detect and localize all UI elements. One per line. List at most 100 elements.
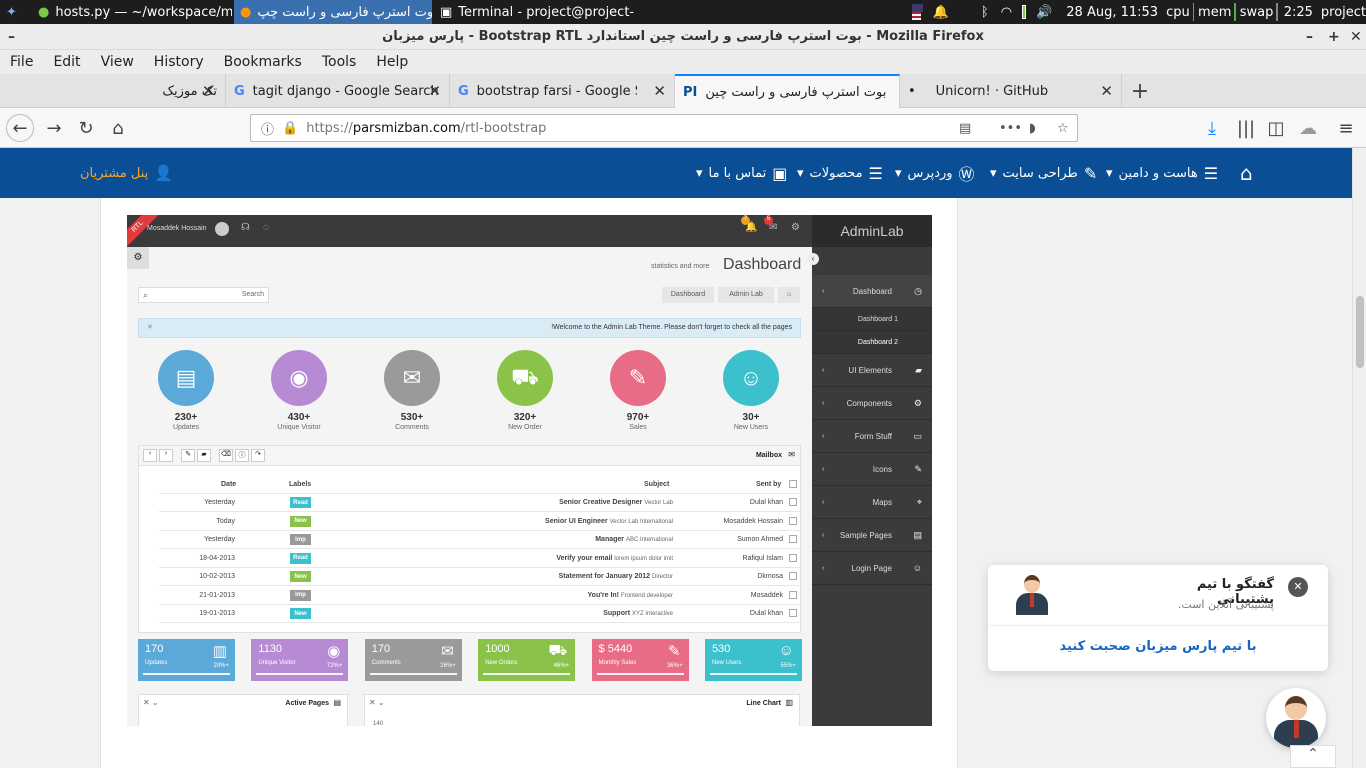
minimize-button[interactable]: – (1306, 24, 1313, 50)
close-tab-icon[interactable]: ✕ (1100, 82, 1113, 100)
menu-tools[interactable]: Tools (312, 54, 367, 70)
battery-icon[interactable] (1022, 5, 1027, 19)
window-menu-icon[interactable]: – (8, 24, 15, 50)
panel-controls-icon: ✕ ⌄ (143, 698, 159, 707)
mail-subject-title: Statement for January 2012 (558, 573, 651, 580)
clock[interactable]: 28 Aug, 11:53 (1066, 5, 1158, 20)
tab-rtl-bootstrap[interactable]: PI بوت استرپ فارسی و راست چین (675, 74, 900, 108)
tile-icon: ✉ (441, 643, 454, 660)
us-flag-icon[interactable] (912, 4, 923, 20)
menu-history[interactable]: History (144, 54, 214, 70)
wifi-icon[interactable]: ◠ (1001, 5, 1012, 20)
home-icon[interactable]: ⌂ (1240, 148, 1253, 198)
menu-edit[interactable]: Edit (43, 54, 90, 70)
chevron-icon: ‹ (822, 399, 825, 407)
window-titlebar[interactable]: – پارس میزبان - Bootstrap RTL بوت استرپ … (0, 24, 1366, 50)
new-tab-button[interactable]: + (1128, 79, 1152, 104)
cpu-graph (1192, 3, 1195, 21)
nav-products[interactable]: ▾ محصولات ☰ (797, 148, 883, 198)
stat-tile: 530 New Users ☺ 55%+ (705, 639, 802, 681)
nav-web-design[interactable]: ▾ طراحی سایت ✎ (990, 148, 1097, 198)
page-actions-icon[interactable]: ••• (999, 121, 1022, 136)
sidebar-item-icon: ⌖ (916, 496, 922, 507)
bookmark-star-icon[interactable]: ☆ (1057, 121, 1069, 136)
pocket-icon[interactable]: ◗ (1029, 121, 1036, 136)
tile-value: 530 (712, 643, 731, 655)
page-scrollbar[interactable] (1352, 148, 1366, 768)
volume-icon[interactable]: 🔊 (1036, 5, 1052, 20)
back-button[interactable]: ← (6, 114, 34, 142)
menu-help[interactable]: Help (366, 54, 418, 70)
sidebar-icon[interactable]: ◫ (1264, 116, 1288, 140)
chart-tick: 140 (373, 721, 384, 726)
close-tab-icon[interactable]: ✕ (653, 82, 666, 100)
taskbar-item-editor[interactable]: ●hosts.py — ~/workspace/my... (32, 0, 232, 24)
wordpress-icon: Ⓦ (958, 165, 975, 184)
start-menu-icon[interactable]: ✦ (0, 0, 30, 24)
mailbox-toolbar: ‹ › ✎ ▰ ⌫ ⓘ ↷ Mailbox ✉ (139, 446, 800, 466)
bell-icon[interactable]: 🔔 (933, 5, 949, 20)
chat-launcher-button[interactable] (1266, 688, 1326, 748)
chat-icon: ◌ (263, 222, 269, 233)
bluetooth-icon[interactable]: ᛒ (981, 5, 989, 20)
search-input: ⌕ Search (138, 287, 269, 303)
menu-bookmarks[interactable]: Bookmarks (214, 54, 312, 70)
scroll-to-top-button[interactable]: ⌃ (1290, 745, 1336, 768)
forward-button[interactable]: → (42, 116, 66, 140)
tab-unicorn-github[interactable]: • Unicorn! · GitHub ✕ (900, 74, 1122, 108)
mail-label: Read (290, 552, 311, 564)
mail-subject-sub: lorem ipsum dolor imit (614, 555, 673, 562)
avatar (215, 222, 229, 236)
sidebar-item: Dashboard 1 (812, 308, 932, 331)
library-icon[interactable]: ||| (1234, 116, 1258, 140)
tab-tagit-django[interactable]: G tagit django - Google Search ✕ (226, 74, 450, 108)
firefox-icon: ● (240, 4, 252, 20)
stat-label: Sales (629, 424, 647, 431)
stat-tile: 1000 New Orders ⛟ 46%+ (478, 639, 576, 681)
brush-icon: ✎ (1083, 163, 1098, 183)
taskbar-item-firefox[interactable]: ●بوت استرپ فارسی و راست چپ... (234, 0, 432, 24)
tab-tak-music[interactable]: تک موزیک ✕ (140, 74, 226, 108)
envelope-icon: ✉ (788, 450, 795, 459)
chat-start-link[interactable]: با تیم پارس میزبان صحبت کنید (988, 639, 1328, 654)
close-tab-icon[interactable]: ✕ (202, 82, 215, 100)
scrollbar-thumb[interactable] (1356, 296, 1364, 368)
close-tab-icon[interactable]: ✕ (428, 82, 441, 100)
nav-hosting[interactable]: ▾ هاست و دامین ☰ (1106, 148, 1218, 198)
tab-bootstrap-farsi[interactable]: G bootstrap farsi - Google Search ✕ (450, 74, 675, 108)
chevron-icon: ‹ (822, 287, 825, 295)
close-chat-button[interactable]: ✕ (1288, 577, 1308, 597)
mail-sender: Mosaddek Hossain (723, 517, 783, 525)
parsmizban-icon: PI (683, 84, 698, 100)
nav-contact[interactable]: ▾ تماس با ما ▣ (696, 148, 787, 198)
navigation-toolbar: ← → ↻ ⌂ ⓘ 🔒 https:// parsmizban.com /rtl… (0, 108, 1366, 148)
mail-sender: Mosaddek (750, 591, 783, 599)
mail-subject: Support XYZ Interactive (603, 610, 673, 617)
chevron-icon: ‹ (822, 531, 825, 539)
taskbar-item-terminal[interactable]: ▣ Terminal - project@project-I... (434, 0, 634, 24)
nav-wordpress[interactable]: ▾ وردپرس Ⓦ (895, 148, 975, 198)
next-icon: › (159, 449, 173, 462)
sidebar-item: Icons ✎ ‹ (812, 453, 932, 486)
reader-view-icon[interactable]: ▤ (959, 121, 971, 136)
tile-percent: 20%+ (213, 663, 229, 669)
mail-label: New (290, 571, 311, 582)
reload-button[interactable]: ↻ (74, 116, 98, 140)
mail-subject-sub: ABC International (625, 537, 673, 543)
mail-subject: You're In! Frontend developer (588, 592, 673, 599)
menu-file[interactable]: File (0, 54, 43, 70)
sync-icon[interactable]: ☁ (1296, 116, 1320, 140)
customer-panel-link[interactable]: پنل مشتریان 👤 (80, 148, 173, 198)
download-icon[interactable]: ⤓ (1200, 116, 1224, 140)
info-icon[interactable]: ⓘ (261, 119, 274, 138)
menu-view[interactable]: View (91, 54, 144, 70)
home-button[interactable]: ⌂ (106, 116, 130, 140)
url-bar[interactable]: ⓘ 🔒 https:// parsmizban.com /rtl-bootstr… (250, 114, 1078, 142)
sidebar-item-icon: ▰ (915, 364, 922, 375)
mail-subject: Manager ABC International (595, 536, 673, 543)
sidebar-item-label: Login Page (851, 563, 892, 573)
mail-subject-title: Senior UI Engineer (545, 517, 608, 525)
maximize-button[interactable]: + (1328, 24, 1340, 50)
hamburger-menu-icon[interactable]: ≡ (1334, 116, 1358, 140)
close-window-button[interactable]: ✕ (1350, 24, 1362, 50)
